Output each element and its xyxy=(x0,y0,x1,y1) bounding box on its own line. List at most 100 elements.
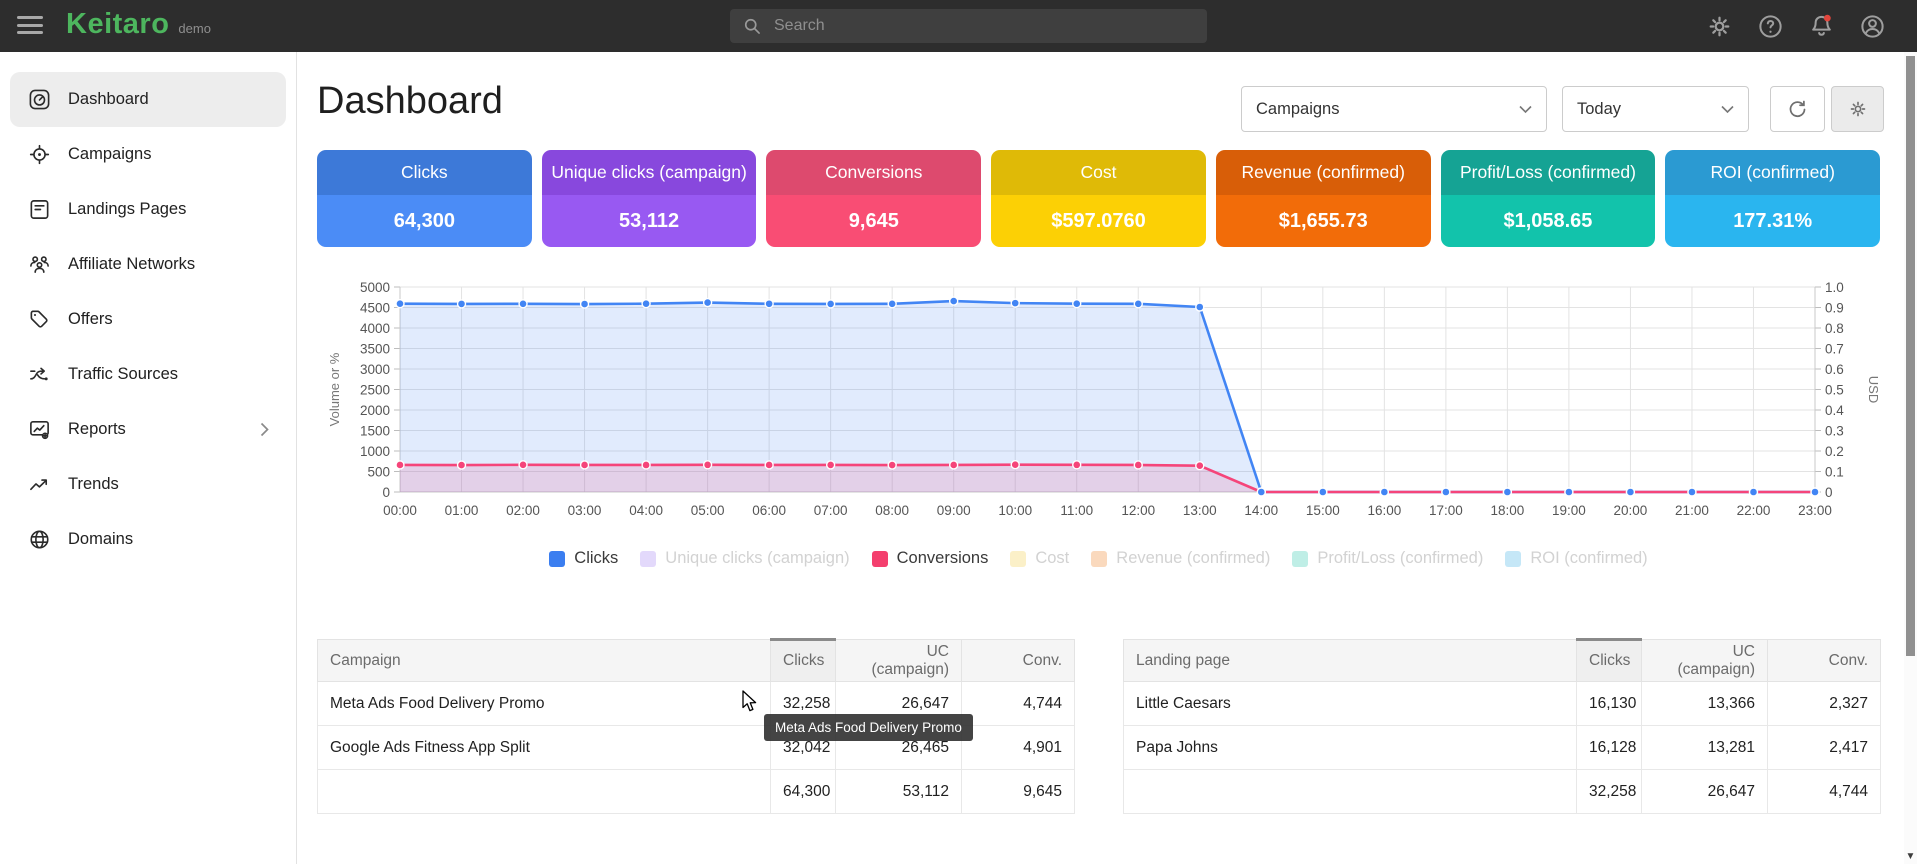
row-value-cell: 13,366 xyxy=(1642,682,1768,726)
legend-item-clicks[interactable]: Clicks xyxy=(549,549,618,568)
stat-card-cost[interactable]: Cost$597.0760 xyxy=(991,150,1206,247)
stat-card-value: 9,645 xyxy=(766,195,981,247)
svg-text:04:00: 04:00 xyxy=(629,503,663,518)
stat-card-label: Conversions xyxy=(766,150,981,195)
legend-label: Unique clicks (campaign) xyxy=(665,549,849,568)
row-value-cell: 16,128 xyxy=(1577,726,1642,770)
search-input[interactable] xyxy=(772,16,1156,36)
grouping-select[interactable]: Campaigns xyxy=(1241,86,1547,132)
column-header-uc-campaign-[interactable]: UC (campaign) xyxy=(1642,640,1768,682)
stat-card-value: 53,112 xyxy=(542,195,757,247)
stat-card-profit-loss-confirmed-[interactable]: Profit/Loss (confirmed)$1,058.65 xyxy=(1441,150,1656,247)
svg-text:13:00: 13:00 xyxy=(1183,503,1217,518)
sidebar-item-affiliate-networks[interactable]: Affiliate Networks xyxy=(10,237,286,292)
row-value-cell: 4,901 xyxy=(962,726,1075,770)
legend-swatch xyxy=(1292,551,1308,567)
row-name-cell[interactable]: Little Caesars xyxy=(1124,682,1577,726)
legend-item-roi-confirmed-[interactable]: ROI (confirmed) xyxy=(1505,549,1647,568)
legend-item-cost[interactable]: Cost xyxy=(1010,549,1069,568)
svg-text:20:00: 20:00 xyxy=(1614,503,1648,518)
column-header-clicks[interactable]: Clicks xyxy=(1577,640,1642,682)
row-value-cell: 16,130 xyxy=(1577,682,1642,726)
column-header-landing-page[interactable]: Landing page xyxy=(1124,640,1577,682)
sidebar-item-campaigns[interactable]: Campaigns xyxy=(10,127,286,182)
sidebar-item-traffic-sources[interactable]: Traffic Sources xyxy=(10,347,286,402)
column-header-campaign[interactable]: Campaign xyxy=(318,640,771,682)
sidebar-item-domains[interactable]: Domains xyxy=(10,512,286,567)
sidebar-item-label: Campaigns xyxy=(68,145,151,164)
row-name-cell[interactable]: Meta Ads Food Delivery Promo xyxy=(318,682,771,726)
stat-card-roi-confirmed-[interactable]: ROI (confirmed)177.31% xyxy=(1665,150,1880,247)
column-header-clicks[interactable]: Clicks xyxy=(771,640,836,682)
table-row[interactable]: Papa Johns16,12813,2812,417 xyxy=(1124,726,1881,770)
bell-icon[interactable] xyxy=(1808,13,1835,40)
row-name-cell[interactable]: Papa Johns xyxy=(1124,726,1577,770)
stat-card-unique-clicks-campaign-[interactable]: Unique clicks (campaign)53,112 xyxy=(542,150,757,247)
sidebar-item-label: Landings Pages xyxy=(68,200,186,219)
sidebar-item-label: Traffic Sources xyxy=(68,365,178,384)
legend-item-profit-loss-confirmed-[interactable]: Profit/Loss (confirmed) xyxy=(1292,549,1483,568)
svg-text:Volume or %: Volume or % xyxy=(327,352,342,426)
svg-text:USD: USD xyxy=(1866,376,1880,403)
sidebar-item-trends[interactable]: Trends xyxy=(10,457,286,512)
column-header-conv-[interactable]: Conv. xyxy=(962,640,1075,682)
svg-text:1.0: 1.0 xyxy=(1825,280,1844,295)
legend-label: Cost xyxy=(1035,549,1069,568)
scrollbar[interactable]: ▼ xyxy=(1904,52,1917,864)
sidebar-item-offers[interactable]: Offers xyxy=(10,292,286,347)
legend-item-unique-clicks-campaign-[interactable]: Unique clicks (campaign) xyxy=(640,549,849,568)
mouse-cursor xyxy=(742,690,762,714)
svg-text:0.8: 0.8 xyxy=(1825,321,1844,336)
svg-text:0.3: 0.3 xyxy=(1825,424,1844,439)
svg-text:0.5: 0.5 xyxy=(1825,383,1844,398)
sidebar-item-label: Offers xyxy=(68,310,113,329)
svg-text:01:00: 01:00 xyxy=(445,503,479,518)
reports-icon xyxy=(28,418,51,441)
legend-item-revenue-confirmed-[interactable]: Revenue (confirmed) xyxy=(1091,549,1270,568)
row-value-cell: 13,281 xyxy=(1642,726,1768,770)
legend-item-conversions[interactable]: Conversions xyxy=(872,549,989,568)
gear-icon[interactable] xyxy=(1706,13,1733,40)
chevron-down-icon xyxy=(1721,105,1734,114)
stat-card-clicks[interactable]: Clicks64,300 xyxy=(317,150,532,247)
svg-text:0.9: 0.9 xyxy=(1825,301,1844,316)
stat-card-revenue-confirmed-[interactable]: Revenue (confirmed)$1,655.73 xyxy=(1216,150,1431,247)
svg-text:02:00: 02:00 xyxy=(506,503,540,518)
sidebar-item-reports[interactable]: Reports xyxy=(10,402,286,457)
legend-label: ROI (confirmed) xyxy=(1530,549,1647,568)
sidebar-item-dashboard[interactable]: Dashboard xyxy=(10,72,286,127)
refresh-button[interactable] xyxy=(1770,86,1825,132)
svg-text:0: 0 xyxy=(1825,485,1833,500)
menu-toggle-button[interactable] xyxy=(17,16,43,36)
sidebar-item-label: Trends xyxy=(68,475,119,494)
sidebar-item-landings-pages[interactable]: Landings Pages xyxy=(10,182,286,237)
svg-text:500: 500 xyxy=(367,465,390,480)
traffic-chart[interactable]: 50001.045000.940000.835000.730000.625000… xyxy=(317,262,1880,534)
app-logo[interactable]: Keitaro demo xyxy=(66,8,211,41)
table-row[interactable]: Little Caesars16,13013,3662,327 xyxy=(1124,682,1881,726)
daterange-select[interactable]: Today xyxy=(1562,86,1749,132)
stat-card-conversions[interactable]: Conversions9,645 xyxy=(766,150,981,247)
dashboard-settings-button[interactable] xyxy=(1831,86,1884,132)
svg-text:18:00: 18:00 xyxy=(1490,503,1524,518)
svg-text:09:00: 09:00 xyxy=(937,503,971,518)
sidebar: Dashboard Campaigns Landings Pages Affiliat… xyxy=(0,52,297,864)
scrollbar-thumb[interactable] xyxy=(1906,56,1915,656)
column-header-conv-[interactable]: Conv. xyxy=(1768,640,1881,682)
svg-text:3000: 3000 xyxy=(360,362,390,377)
stat-card-label: Unique clicks (campaign) xyxy=(542,150,757,195)
user-icon[interactable] xyxy=(1859,13,1886,40)
grouping-select-value: Campaigns xyxy=(1256,100,1339,119)
totals-cell xyxy=(1124,770,1577,814)
row-value-cell: 2,327 xyxy=(1768,682,1881,726)
sidebar-item-label: Dashboard xyxy=(68,90,149,109)
help-icon[interactable] xyxy=(1757,13,1784,40)
stat-card-value: 177.31% xyxy=(1665,195,1880,247)
totals-cell: 9,645 xyxy=(962,770,1075,814)
global-search[interactable] xyxy=(730,9,1207,43)
totals-cell: 32,258 xyxy=(1577,770,1642,814)
refresh-icon xyxy=(1787,99,1808,120)
column-header-uc-campaign-[interactable]: UC (campaign) xyxy=(836,640,962,682)
scrollbar-down-arrow[interactable]: ▼ xyxy=(1904,851,1917,862)
row-name-cell[interactable]: Google Ads Fitness App Split xyxy=(318,726,771,770)
